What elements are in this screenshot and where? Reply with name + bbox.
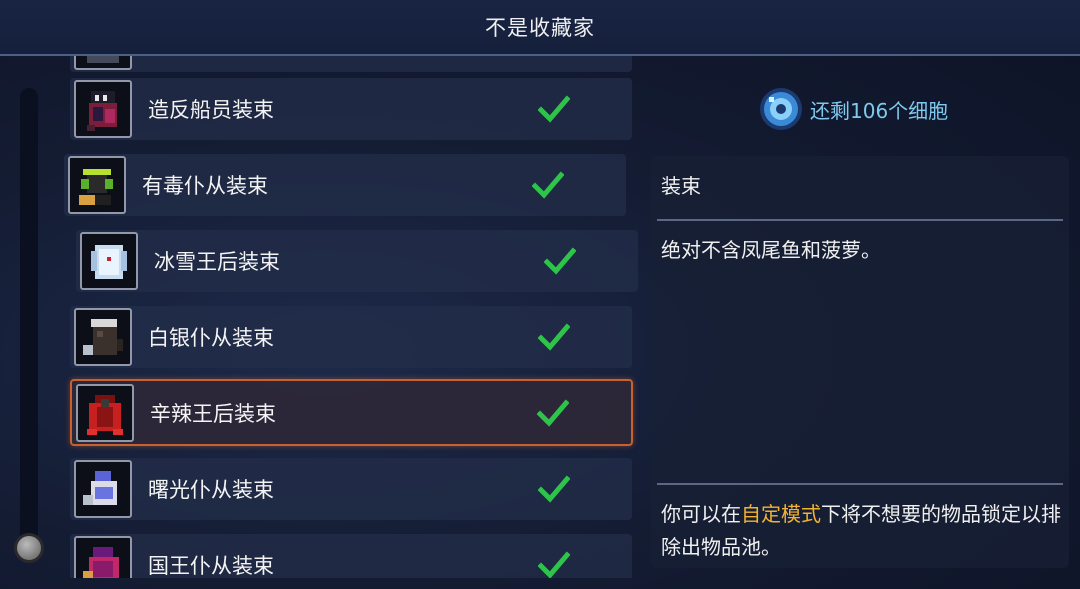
ice-queen-outfit-icon [80,232,138,290]
list-item-label: 造反船员装束 [148,98,274,122]
list-item[interactable]: 国王仆从装束 [70,534,632,578]
divider [657,483,1063,485]
checkmark-icon [531,169,565,201]
spicy-queen-outfit-icon [76,383,134,442]
outfit-partial-icon [74,56,132,70]
cell-icon [758,86,804,132]
title-bar: 不是收藏家 [0,0,1080,56]
list-item-label: 有毒仆从装束 [142,174,268,198]
outfit-list: 造反船员装束 有毒仆从装束 冰雪王后装束 白银仆从装束 辛辣王后装束 曙光仆从装… [0,56,650,578]
list-item[interactable]: 冰雪王后装束 [76,230,638,292]
cells-remaining-text: 还剩106个细胞 [810,98,949,123]
dawn-servant-outfit-icon [74,460,132,518]
list-item-label: 冰雪王后装束 [154,250,280,274]
toxic-servant-outfit-icon [68,156,126,214]
detail-title: 装束 [661,174,701,198]
list-item[interactable]: 白银仆从装束 [70,306,632,368]
silver-servant-outfit-icon [74,308,132,366]
detail-description: 绝对不含凤尾鱼和菠萝。 [661,238,881,262]
hint-text-start: 你可以在 [661,502,741,526]
detail-panel: 装束 绝对不含凤尾鱼和菠萝。 你可以在自定模式下将不想要的物品锁定以排除出物品池… [651,156,1069,568]
checkmark-icon [537,473,571,505]
mutineer-outfit-icon [74,80,132,138]
custom-mode-hint: 你可以在自定模式下将不想要的物品锁定以排除出物品池。 [661,498,1061,564]
list-item[interactable] [70,56,632,72]
list-item[interactable]: 造反船员装束 [70,78,632,140]
list-item-label: 辛辣王后装束 [150,401,276,426]
checkmark-icon [543,245,577,277]
list-item[interactable]: 有毒仆从装束 [64,154,626,216]
list-item-label: 曙光仆从装束 [148,478,274,502]
list-item-selected[interactable]: 辛辣王后装束 [70,379,633,446]
cells-counter: 还剩106个细胞 [758,84,948,134]
checkmark-icon [537,321,571,353]
checkmark-icon [536,397,570,429]
custom-mode-link: 自定模式 [741,502,821,526]
divider [657,219,1063,221]
page-title: 不是收藏家 [485,16,595,40]
checkmark-icon [537,93,571,125]
king-servant-outfit-icon [74,536,132,578]
list-item[interactable]: 曙光仆从装束 [70,458,632,520]
list-item-label: 白银仆从装束 [148,326,274,350]
checkmark-icon [537,549,571,578]
list-item-label: 国王仆从装束 [148,554,274,578]
